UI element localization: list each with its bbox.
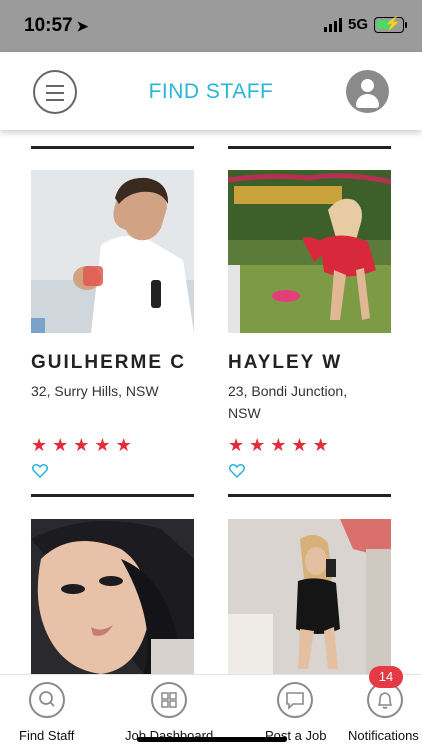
staff-name[interactable]: HAYLEY W [228, 352, 342, 374]
star-icon: ★ [291, 435, 308, 455]
divider [228, 146, 391, 149]
staff-details: 23, Bondi Junction, NSW [228, 383, 348, 421]
staff-photo[interactable] [228, 170, 391, 333]
star-rating: ★ ★ ★ ★ ★ [31, 436, 132, 454]
staff-card[interactable] [228, 519, 393, 674]
divider [31, 494, 194, 497]
battery-icon: ⚡ [374, 15, 407, 33]
staff-photo[interactable] [31, 519, 194, 674]
star-icon: ★ [52, 435, 69, 455]
network-type: 5G [347, 16, 368, 33]
staff-photo[interactable] [228, 519, 391, 674]
clock-time: 10:57 [24, 15, 73, 36]
star-icon: ★ [270, 435, 287, 455]
star-icon: ★ [312, 435, 329, 455]
profile-button[interactable] [346, 70, 389, 113]
divider [228, 494, 391, 497]
star-icon: ★ [228, 435, 245, 455]
staff-card[interactable]: HAYLEY W 23, Bondi Junction, NSW ★ ★ ★ ★… [228, 170, 393, 500]
staff-card[interactable] [31, 519, 196, 674]
staff-grid: GUILHERME C 32, Surry Hills, NSW ★ ★ ★ ★… [0, 130, 422, 674]
star-rating: ★ ★ ★ ★ ★ [228, 436, 329, 454]
star-icon: ★ [115, 435, 132, 455]
status-bar: 10:57 ➤ 5G ⚡ [0, 0, 422, 52]
user-avatar-icon [361, 79, 374, 92]
signal-strength-icon [323, 17, 342, 32]
star-icon: ★ [31, 435, 48, 455]
status-time: 10:57 ➤ [24, 15, 88, 37]
app-header: FIND STAFF [0, 52, 422, 130]
star-icon: ★ [73, 435, 90, 455]
home-indicator[interactable] [137, 737, 287, 742]
status-indicators: 5G ⚡ [323, 15, 407, 33]
favorite-heart-icon[interactable] [31, 464, 49, 479]
nav-label: Find Staff [19, 728, 75, 743]
divider [31, 146, 194, 149]
staff-card[interactable]: GUILHERME C 32, Surry Hills, NSW ★ ★ ★ ★… [31, 170, 196, 500]
grid-icon [151, 682, 187, 718]
nav-label: Notifications [348, 728, 419, 743]
location-arrow-icon: ➤ [76, 18, 89, 34]
chat-bubble-icon [277, 682, 313, 718]
staff-photo[interactable] [31, 170, 194, 333]
staff-name[interactable]: GUILHERME C [31, 352, 186, 374]
favorite-heart-icon[interactable] [228, 464, 246, 479]
star-icon: ★ [249, 435, 266, 455]
notification-badge: 14 [369, 666, 403, 688]
star-icon: ★ [94, 435, 111, 455]
staff-details: 32, Surry Hills, NSW [31, 383, 159, 399]
search-icon [29, 682, 65, 718]
